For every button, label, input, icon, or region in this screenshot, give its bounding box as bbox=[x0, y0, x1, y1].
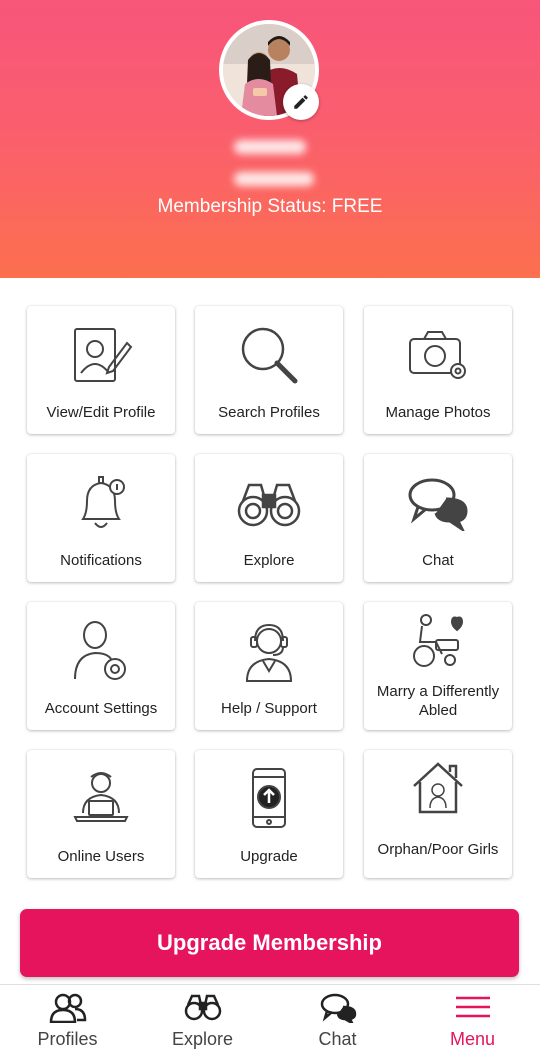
wheelchair-heart-icon bbox=[413, 614, 464, 667]
tile-marry-differently-abled[interactable]: Marry a Differently Abled bbox=[364, 602, 512, 730]
tile-chat[interactable]: Chat bbox=[364, 454, 512, 582]
headset-support-icon bbox=[245, 623, 293, 682]
tile-label: Search Profiles bbox=[218, 403, 320, 421]
tile-label: Explore bbox=[243, 551, 295, 569]
tile-orphan-poor-girls[interactable]: Orphan/Poor Girls bbox=[364, 750, 512, 878]
bell-icon bbox=[81, 476, 125, 528]
bottom-navigation: Profiles Explore Chat Menu bbox=[0, 984, 540, 1060]
profile-header: Membership Status: FREE bbox=[0, 0, 540, 278]
redacted-id bbox=[234, 172, 314, 186]
camera-settings-icon bbox=[409, 331, 466, 379]
phone-upgrade-icon bbox=[252, 768, 286, 828]
nav-chat[interactable]: Chat bbox=[270, 985, 405, 1060]
tile-manage-photos[interactable]: Manage Photos bbox=[364, 306, 512, 434]
tile-label: Chat bbox=[422, 551, 454, 569]
users-icon bbox=[49, 993, 86, 1023]
tile-label: Help / Support bbox=[221, 699, 317, 717]
search-icon bbox=[241, 327, 298, 384]
tile-explore[interactable]: Explore bbox=[195, 454, 343, 582]
tile-label: Marry a Differently Abled bbox=[376, 683, 500, 719]
tile-label: Orphan/Poor Girls bbox=[377, 840, 499, 858]
edit-profile-icon bbox=[74, 328, 133, 382]
tile-label: View/Edit Profile bbox=[46, 403, 156, 421]
tile-label: Account Settings bbox=[44, 699, 158, 717]
redacted-name bbox=[234, 140, 306, 154]
binoculars-icon bbox=[237, 483, 301, 527]
user-laptop-icon bbox=[73, 772, 129, 822]
tile-label: Upgrade bbox=[240, 847, 298, 865]
nav-label: Chat bbox=[318, 1029, 357, 1049]
tile-label: Notifications bbox=[60, 551, 142, 569]
hamburger-menu-icon bbox=[455, 996, 490, 1018]
house-girl-icon bbox=[413, 762, 463, 814]
binoculars-icon bbox=[184, 994, 221, 1021]
tile-help-support[interactable]: Help / Support bbox=[195, 602, 343, 730]
tile-upgrade[interactable]: Upgrade bbox=[195, 750, 343, 878]
edit-avatar-button[interactable] bbox=[283, 84, 319, 120]
nav-profiles[interactable]: Profiles bbox=[0, 985, 135, 1060]
tile-account-settings[interactable]: Account Settings bbox=[27, 602, 175, 730]
tile-label: Manage Photos bbox=[385, 403, 491, 421]
tile-notifications[interactable]: Notifications bbox=[27, 454, 175, 582]
nav-menu[interactable]: Menu bbox=[405, 985, 540, 1060]
upgrade-membership-button[interactable]: Upgrade Membership bbox=[20, 909, 519, 977]
avatar-container[interactable] bbox=[219, 20, 319, 120]
chat-bubbles-icon bbox=[320, 993, 356, 1023]
chat-bubbles-icon bbox=[408, 478, 468, 531]
user-settings-icon bbox=[74, 621, 126, 680]
tile-online-users[interactable]: Online Users bbox=[27, 750, 175, 878]
nav-label: Profiles bbox=[37, 1029, 98, 1049]
tile-label: Online Users bbox=[57, 847, 145, 865]
tile-search-profiles[interactable]: Search Profiles bbox=[195, 306, 343, 434]
nav-label: Explore bbox=[171, 1029, 234, 1049]
membership-status: Membership Status: FREE bbox=[157, 196, 383, 217]
pencil-icon bbox=[294, 95, 308, 109]
nav-explore[interactable]: Explore bbox=[135, 985, 270, 1060]
nav-label: Menu bbox=[449, 1029, 496, 1049]
tile-view-edit-profile[interactable]: View/Edit Profile bbox=[27, 306, 175, 434]
